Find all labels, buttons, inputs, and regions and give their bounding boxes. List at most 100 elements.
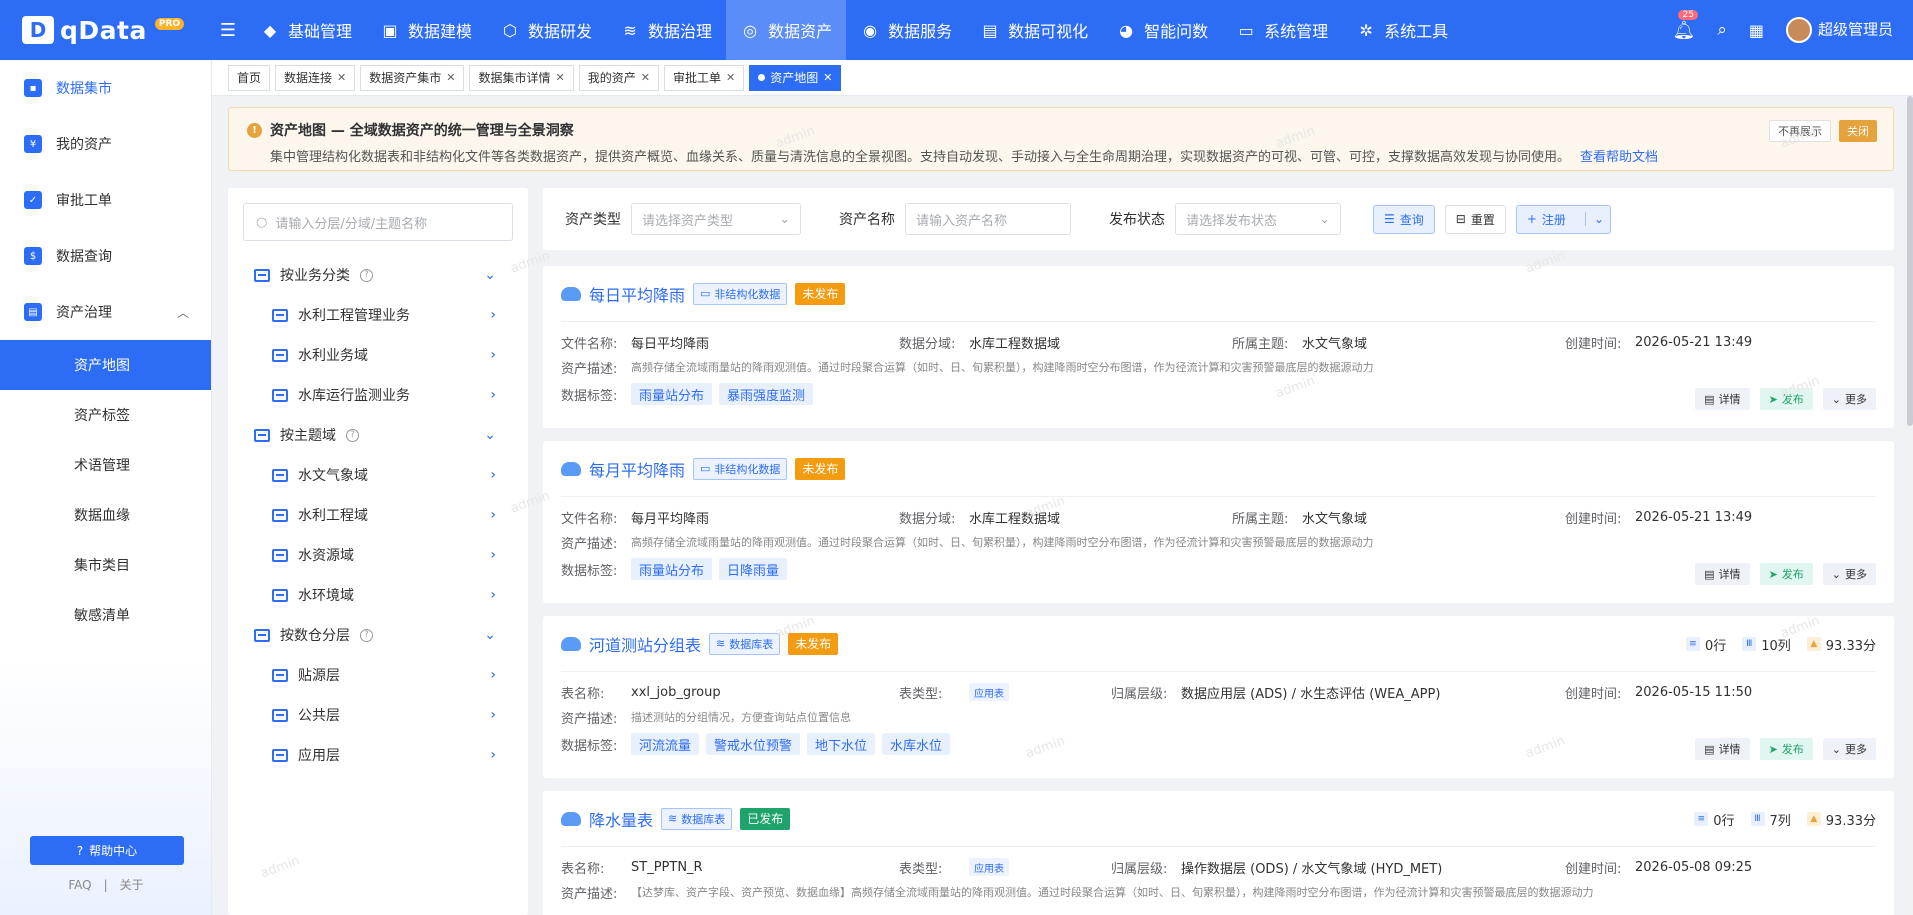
help-doc-link[interactable]: 查看帮助文档 bbox=[1580, 150, 1658, 165]
tab-my-assets[interactable]: 我的资产 ✕ bbox=[578, 64, 659, 91]
more-button[interactable]: ⌄ 更多 bbox=[1822, 738, 1876, 760]
sidebar-item-my-assets[interactable]: ¥ 我的资产 bbox=[0, 116, 211, 172]
asset-title[interactable]: 每月平均降雨 bbox=[589, 457, 685, 481]
nav-item-visualization[interactable]: ▤ 数据可视化 bbox=[966, 0, 1102, 60]
nav-item-dev[interactable]: ⬡ 数据研发 bbox=[486, 0, 606, 60]
page-scrollbar[interactable] bbox=[1907, 96, 1913, 426]
faq-link[interactable]: FAQ bbox=[68, 878, 91, 892]
tree-group-theme[interactable]: 按主题域? ⌄ bbox=[228, 415, 528, 455]
sidebar-item-data-market[interactable]: ▪ 数据集市 bbox=[0, 60, 211, 116]
asset-title[interactable]: 河道测站分组表 bbox=[589, 632, 701, 656]
field-label: 表类型: bbox=[899, 686, 943, 702]
close-icon[interactable]: ✕ bbox=[726, 71, 735, 84]
nav-item-system[interactable]: ▭ 系统管理 bbox=[1222, 0, 1342, 60]
nav-item-modeling[interactable]: ▣ 数据建模 bbox=[366, 0, 486, 60]
tree-node[interactable]: 公共层 › bbox=[228, 695, 528, 735]
tree-node[interactable]: 水资源域 › bbox=[228, 535, 528, 575]
more-button[interactable]: ⌄ 更多 bbox=[1822, 388, 1876, 410]
detail-button[interactable]: ▤ 详情 bbox=[1695, 738, 1750, 760]
sidebar-item-market-category[interactable]: 集市类目 bbox=[0, 540, 211, 590]
tree-search-input[interactable]: ○ 请输入分层/分域/主题名称 bbox=[243, 203, 513, 241]
created-value: 2026-05-15 11:50 bbox=[1635, 684, 1753, 700]
data-tag[interactable]: 雨量站分布 bbox=[631, 383, 713, 405]
publish-status-select[interactable]: 请选择发布状态 ⌄ bbox=[1175, 203, 1341, 235]
search-icon[interactable]: ⌕ bbox=[1717, 20, 1727, 40]
reset-button[interactable]: ⊟ 重置 bbox=[1444, 204, 1506, 234]
nav-item-governance[interactable]: ≋ 数据治理 bbox=[606, 0, 726, 60]
menu-toggle-icon[interactable]: ☰ bbox=[210, 0, 246, 60]
app-logo[interactable]: D qData PRO bbox=[0, 16, 210, 45]
sidebar-item-asset-tags[interactable]: 资产标签 bbox=[0, 390, 211, 440]
sidebar-item-asset-governance[interactable]: ▤ 资产治理 ︿ bbox=[0, 284, 211, 340]
data-tag[interactable]: 暴雨强度监测 bbox=[719, 383, 814, 405]
publish-button[interactable]: ➤ 发布 bbox=[1759, 563, 1813, 585]
tree-node[interactable]: 水文气象域 › bbox=[228, 455, 528, 495]
chevron-down-icon[interactable]: ⌄ bbox=[484, 267, 496, 283]
sidebar-item-asset-map[interactable]: 资产地图 bbox=[0, 340, 211, 390]
more-button[interactable]: ⌄ 更多 bbox=[1822, 563, 1876, 585]
sidebar-item-query[interactable]: $ 数据查询 bbox=[0, 228, 211, 284]
tree-group-business[interactable]: 按业务分类? ⌄ bbox=[228, 255, 528, 295]
chevron-down-icon[interactable]: ⌄ bbox=[484, 627, 496, 643]
sidebar-item-approval[interactable]: ✓ 审批工单 bbox=[0, 172, 211, 228]
sidebar-item-sensitive-list[interactable]: 敏感清单 bbox=[0, 590, 211, 640]
register-button[interactable]: + 注册 ⌄ bbox=[1515, 204, 1611, 234]
asset-title[interactable]: 降水量表 bbox=[589, 807, 653, 831]
nav-item-basic[interactable]: ◆ 基础管理 bbox=[246, 0, 366, 60]
tree-node[interactable]: 应用层 › bbox=[228, 735, 528, 775]
close-icon[interactable]: ✕ bbox=[823, 71, 832, 84]
chevron-down-icon[interactable]: ⌄ bbox=[1584, 212, 1604, 226]
sidebar-item-glossary[interactable]: 术语管理 bbox=[0, 440, 211, 490]
tab-approval[interactable]: 审批工单 ✕ bbox=[663, 64, 745, 91]
tab-asset-map[interactable]: 资产地图 ✕ bbox=[749, 64, 842, 91]
detail-button[interactable]: ▤ 详情 bbox=[1695, 563, 1750, 585]
sidebar-item-lineage[interactable]: 数据血缘 bbox=[0, 490, 211, 540]
warning-icon: ! bbox=[247, 122, 262, 138]
asset-type-select[interactable]: 请选择资产类型 ⌄ bbox=[631, 203, 801, 235]
nav-item-tools[interactable]: ✲ 系统工具 bbox=[1342, 0, 1462, 60]
close-icon[interactable]: ✕ bbox=[556, 71, 565, 84]
chevron-right-icon: › bbox=[490, 667, 496, 683]
data-tag[interactable]: 水库水位 bbox=[882, 733, 951, 755]
asset-name-input[interactable]: 请输入资产名称 bbox=[905, 203, 1071, 235]
nav-item-assets[interactable]: ◎ 数据资产 bbox=[726, 0, 847, 60]
tree-node[interactable]: 水利业务域 › bbox=[228, 335, 528, 375]
data-tag[interactable]: 日降雨量 bbox=[719, 558, 788, 580]
help-icon[interactable]: ? bbox=[346, 428, 359, 442]
user-menu[interactable]: 超级管理员 bbox=[1785, 17, 1893, 43]
tree-node[interactable]: 水利工程管理业务 › bbox=[228, 295, 528, 335]
help-center-button[interactable]: ? 帮助中心 bbox=[30, 836, 184, 865]
publish-button[interactable]: ➤ 发布 bbox=[1759, 388, 1813, 410]
bell-icon[interactable]: 🔔︎ 25 bbox=[1672, 9, 1698, 41]
tree-node[interactable]: 水库运行监测业务 › bbox=[228, 375, 528, 415]
tree-node[interactable]: 水利工程域 › bbox=[228, 495, 528, 535]
nav-item-service[interactable]: ◉ 数据服务 bbox=[846, 0, 966, 60]
folder-icon bbox=[272, 468, 288, 482]
data-tag[interactable]: 河流流量 bbox=[631, 733, 700, 755]
tab-home[interactable]: 首页 bbox=[228, 64, 271, 91]
close-icon[interactable]: ✕ bbox=[446, 71, 455, 84]
publish-button[interactable]: ➤ 发布 bbox=[1759, 738, 1813, 760]
layout-icon[interactable]: ▦ bbox=[1749, 21, 1764, 40]
data-tag[interactable]: 雨量站分布 bbox=[631, 558, 713, 580]
nav-item-smart-query[interactable]: ◕ 智能问数 bbox=[1102, 0, 1222, 60]
tree-node[interactable]: 贴源层 › bbox=[228, 655, 528, 695]
data-tag[interactable]: 地下水位 bbox=[807, 733, 876, 755]
tree-node[interactable]: 水环境域 › bbox=[228, 575, 528, 615]
tab-market-detail[interactable]: 数据集市详情 ✕ bbox=[469, 64, 574, 91]
tab-asset-market[interactable]: 数据资产集市 ✕ bbox=[360, 64, 465, 91]
close-notice-button[interactable]: 关闭 bbox=[1839, 120, 1877, 142]
query-button[interactable]: ☰ 查询 bbox=[1373, 204, 1435, 234]
tree-group-layer[interactable]: 按数仓分层? ⌄ bbox=[228, 615, 528, 655]
help-icon[interactable]: ? bbox=[360, 628, 373, 642]
asset-title[interactable]: 每日平均降雨 bbox=[589, 282, 685, 306]
close-icon[interactable]: ✕ bbox=[641, 71, 650, 84]
dont-show-button[interactable]: 不再展示 bbox=[1769, 120, 1831, 142]
close-icon[interactable]: ✕ bbox=[337, 71, 346, 84]
help-icon[interactable]: ? bbox=[360, 268, 373, 282]
data-tag[interactable]: 警戒水位预警 bbox=[706, 733, 801, 755]
chevron-down-icon[interactable]: ⌄ bbox=[484, 427, 496, 443]
detail-button[interactable]: ▤ 详情 bbox=[1695, 388, 1750, 410]
tab-data-connection[interactable]: 数据连接 ✕ bbox=[275, 64, 356, 91]
about-link[interactable]: 关于 bbox=[120, 878, 144, 892]
